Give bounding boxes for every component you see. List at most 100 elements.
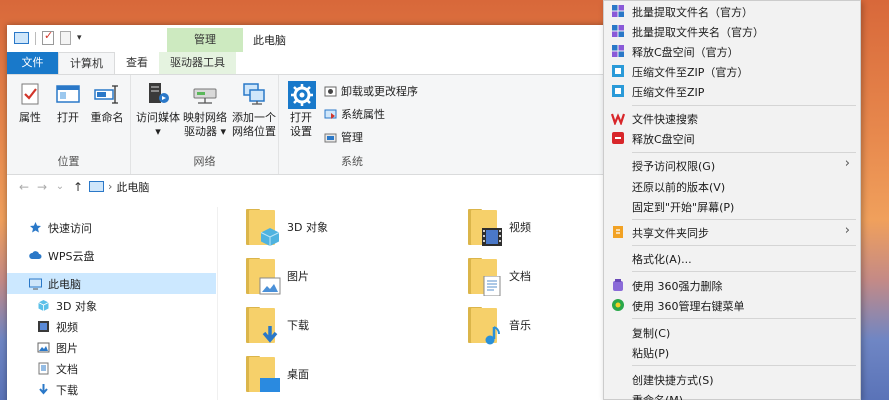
properties-icon[interactable] [42, 29, 54, 45]
nav-item-this-pc[interactable]: 此电脑 [7, 273, 216, 294]
open-button[interactable]: 打开 [53, 81, 83, 125]
menu-item-quick-search[interactable]: 文件快速搜索 [604, 108, 860, 128]
title-bar: ▾ 管理 此电脑 [7, 25, 627, 52]
manage-button[interactable]: 管理 [324, 129, 363, 145]
menu-item-label: 重命名(M) [632, 392, 683, 400]
menu-item-label: 还原以前的版本(V) [632, 181, 726, 194]
nav-item-downloads[interactable]: 下载 [7, 379, 216, 400]
rename-icon [94, 81, 120, 107]
open-settings-label-2: 设置 [290, 125, 312, 138]
map-network-drive-label-1: 映射网络 [183, 111, 227, 124]
rename-button[interactable]: 重命名 [89, 81, 125, 125]
add-network-location-button[interactable]: 添加一个 网络位置 [231, 81, 277, 139]
group-label-network: 网络 [193, 155, 216, 168]
folder-label: 桌面 [287, 368, 309, 381]
access-media-label-1: 访问媒体 [136, 111, 180, 124]
cube-icon [259, 227, 281, 247]
submenu-arrow-icon: › [844, 223, 850, 238]
breadcrumb-this-pc[interactable]: 此电脑 [116, 179, 149, 195]
menu-item-free-c-drive-official[interactable]: 释放C盘空间（官方） [604, 41, 860, 61]
menu-item-label: 创建快捷方式(S) [632, 374, 714, 387]
properties-button[interactable]: 属性 [15, 81, 45, 125]
nav-item-label: WPS云盘 [48, 249, 95, 263]
menu-item-label: 释放C盘空间 [632, 133, 695, 146]
folder-3d-objects[interactable]: 3D 对象 [243, 205, 328, 249]
menu-item-label: 粘贴(P) [632, 347, 670, 360]
back-button[interactable]: ← [15, 180, 33, 194]
video-icon [37, 320, 50, 333]
picture-icon [259, 276, 281, 296]
system-properties-button[interactable]: 系统属性 [324, 106, 385, 122]
folder-videos[interactable]: 视频 [465, 205, 531, 249]
context-menu: 批量提取文件名（官方） 批量提取文件夹名（官方） 释放C盘空间（官方） 压缩文件… [603, 0, 861, 400]
menu-item-batch-foldernames-official[interactable]: 批量提取文件夹名（官方） [604, 21, 860, 41]
menu-item-paste[interactable]: 粘贴(P) [604, 342, 860, 362]
menu-item-free-c-drive[interactable]: 释放C盘空间 [604, 128, 860, 148]
menu-item-shared-folder-sync[interactable]: 共享文件夹同步 › [604, 222, 860, 242]
customize-toolbar-dropdown[interactable]: ▾ [77, 33, 82, 43]
up-button[interactable]: ↑ [69, 180, 87, 194]
folder-label: 下载 [287, 319, 309, 332]
menu-item-label: 使用 360管理右键菜单 [632, 300, 745, 313]
menu-item-360-force-delete[interactable]: 使用 360强力删除 [604, 275, 860, 295]
menu-item-restore-versions[interactable]: 还原以前的版本(V) [604, 176, 860, 196]
puzzle-icon [611, 4, 625, 18]
map-drive-icon [192, 81, 218, 107]
tab-file[interactable]: 文件 [7, 52, 58, 74]
open-label: 打开 [57, 111, 79, 124]
puzzle-icon [611, 24, 625, 38]
open-settings-button[interactable]: 打开 设置 [285, 81, 317, 139]
folder-documents[interactable]: 文档 [465, 254, 531, 298]
folder-pictures[interactable]: 图片 [243, 254, 309, 298]
quick-access-toolbar: ▾ [14, 29, 82, 45]
document-icon [37, 362, 50, 375]
folder-icon [243, 354, 280, 394]
menu-item-format[interactable]: 格式化(A)... [604, 248, 860, 268]
nav-item-quick-access[interactable]: 快速访问 [7, 217, 216, 238]
breadcrumb-chevron-icon: › [108, 180, 113, 193]
folder-desktop[interactable]: 桌面 [243, 352, 309, 396]
new-folder-icon[interactable] [60, 31, 71, 45]
folder-label: 图片 [287, 270, 309, 283]
folder-downloads[interactable]: 下载 [243, 303, 309, 347]
properties-icon [17, 81, 43, 107]
nav-item-videos[interactable]: 视频 [7, 316, 216, 337]
menu-item-360-manage-context-menu[interactable]: 使用 360管理右键菜单 [604, 295, 860, 315]
nav-item-label: 文档 [56, 362, 78, 376]
map-network-drive-button[interactable]: 映射网络 驱动器 ▾ [181, 81, 229, 139]
nav-item-documents[interactable]: 文档 [7, 358, 216, 379]
media-server-icon [145, 81, 171, 107]
menu-item-zip[interactable]: 压缩文件至ZIP [604, 81, 860, 101]
tab-computer[interactable]: 计算机 [58, 52, 115, 74]
menu-item-copy[interactable]: 复制(C) [604, 322, 860, 342]
360-delete-icon [611, 278, 625, 292]
tab-view[interactable]: 查看 [115, 52, 159, 74]
open-settings-label-1: 打开 [290, 111, 312, 124]
address-path[interactable]: › 此电脑 [89, 179, 149, 195]
tab-drive-tools[interactable]: 驱动器工具 [159, 52, 236, 74]
folder-music[interactable]: 音乐 [465, 303, 531, 347]
cloud-icon [29, 249, 42, 262]
menu-item-batch-filenames-official[interactable]: 批量提取文件名（官方） [604, 1, 860, 21]
add-network-location-label-1: 添加一个 [232, 111, 276, 124]
context-tab-group-label: 管理 [167, 28, 243, 52]
recent-locations-button[interactable]: ⌄ [51, 181, 69, 192]
group-label-location: 位置 [57, 155, 80, 168]
uninstall-programs-button[interactable]: 卸载或更改程序 [324, 83, 418, 99]
nav-item-pictures[interactable]: 图片 [7, 337, 216, 358]
menu-item-pin-to-start[interactable]: 固定到"开始"屏幕(P) [604, 196, 860, 216]
forward-button[interactable]: → [33, 180, 51, 194]
nav-item-3d-objects[interactable]: 3D 对象 [7, 295, 216, 316]
nav-item-wps-cloud[interactable]: WPS云盘 [7, 245, 216, 266]
puzzle-icon [611, 44, 625, 58]
menu-item-zip-official[interactable]: 压缩文件至ZIP（官方） [604, 61, 860, 81]
menu-item-label: 释放C盘空间（官方） [632, 46, 739, 59]
menu-separator [632, 365, 856, 366]
rename-label: 重命名 [90, 111, 124, 124]
access-media-button[interactable]: 访问媒体 ▾ [135, 81, 181, 139]
menu-item-rename[interactable]: 重命名(M) [604, 389, 860, 400]
menu-item-label: 压缩文件至ZIP（官方） [632, 66, 749, 79]
menu-item-grant-access[interactable]: 授予访问权限(G) › [604, 155, 860, 175]
sync-icon [611, 225, 625, 239]
menu-item-create-shortcut[interactable]: 创建快捷方式(S) [604, 369, 860, 389]
